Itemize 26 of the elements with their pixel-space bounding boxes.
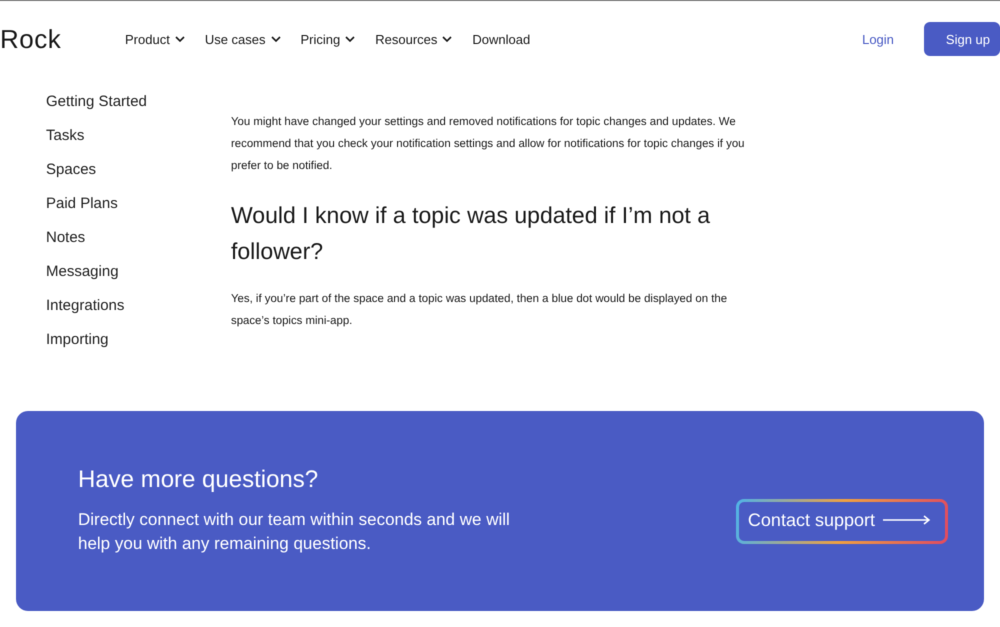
login-link[interactable]: Login [862,32,894,46]
sidebar-item[interactable]: Importing [46,330,231,350]
nav-link[interactable]: Pricing [300,32,356,46]
chevron-down-icon [345,36,356,42]
sidebar-item[interactable]: Tasks [46,126,231,146]
article-paragraph: Yes, if you’re part of the space and a topic was updated, then a blue dot would be displayed on the space’s topics mini-app. [231,292,728,329]
nav-link[interactable]: Download [472,32,530,46]
sidebar-item[interactable]: Notes [46,228,231,248]
sidebar-item[interactable]: Paid Plans [46,194,231,214]
logo[interactable]: Rock [0,24,125,54]
sidebar-item[interactable]: Getting Started [46,92,231,112]
chevron-down-icon [270,36,281,42]
sidebar-item[interactable]: Integrations [46,296,231,316]
chevron-down-icon [442,36,452,42]
nav-link[interactable]: Resources [375,32,452,46]
cta-title: Have more questions? [78,466,320,494]
arrow-right-icon [883,515,931,525]
sidebar-item[interactable]: Spaces [46,160,231,180]
nav-link[interactable]: Use cases [204,32,281,46]
article-paragraph: You might have changed your settings and removed notifications for topic changes and updates. We recommend that you check your notification settings and allow for notifications for topic changes if you prefer to be notified. [231,115,746,174]
cta-text: Directly connect with our team within seconds and we will help you with any remaining questions. [78,509,511,555]
chevron-down-icon [174,36,185,42]
signup-button[interactable]: Sign up [924,22,1000,56]
nav-link[interactable]: Product [125,32,185,46]
article-heading: Would I know if a topic was updated if I’m not a follower? [231,201,711,266]
sidebar-item[interactable]: Messaging [46,262,231,282]
